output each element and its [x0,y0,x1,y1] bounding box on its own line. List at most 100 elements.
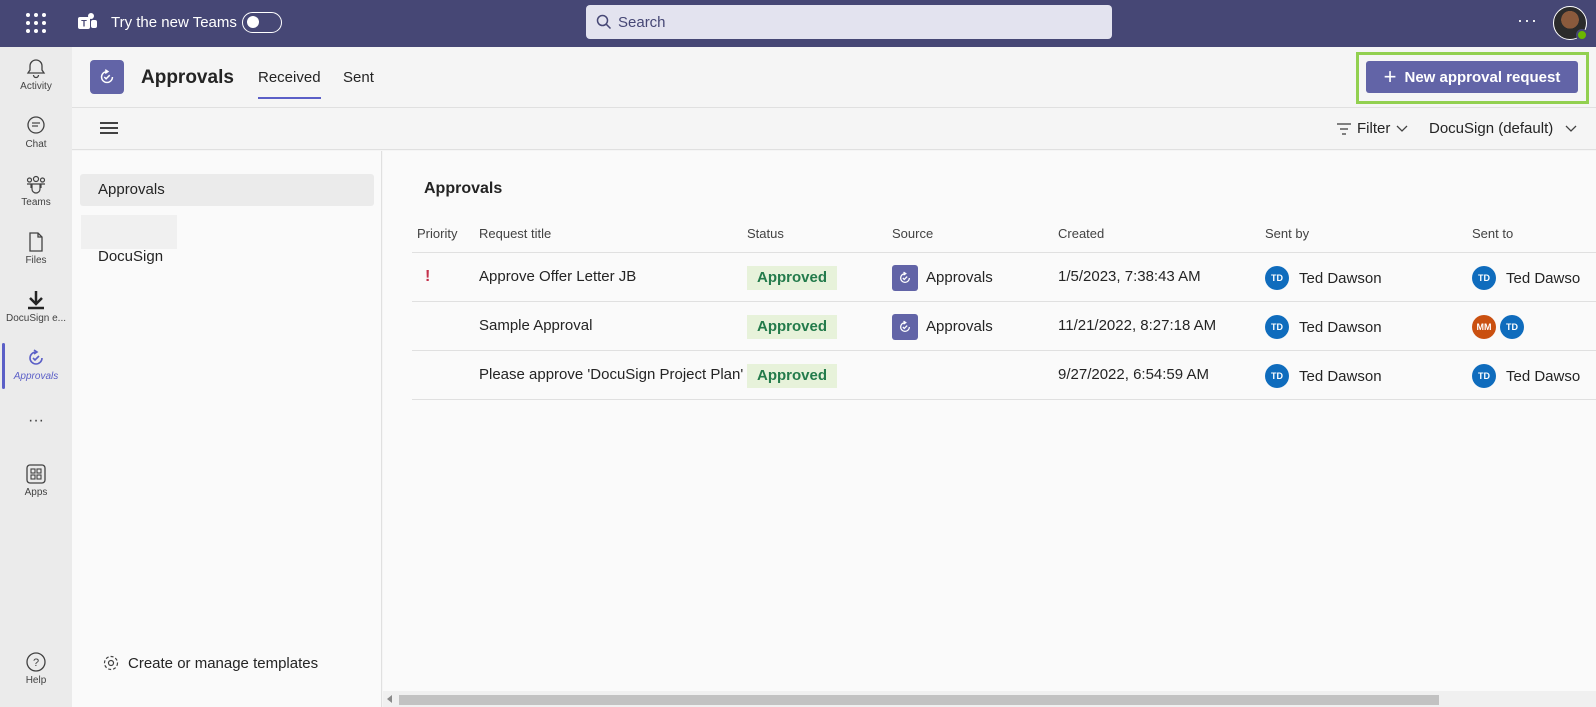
rail-item-chat[interactable]: Chat [0,115,72,150]
apps-icon [26,464,46,484]
request-title: Sample Approval [479,317,593,334]
rail-label: Help [25,675,47,686]
request-title: Please approve 'DocuSign Project Plan' [479,366,744,383]
more-options-icon[interactable]: ··· [1517,10,1538,31]
search-input[interactable]: Search [586,5,1112,39]
sent-to-cell: TD Ted Dawso [1472,266,1580,290]
sent-to-cell: TD Ted Dawso [1472,364,1580,388]
search-icon [596,14,612,30]
table-row[interactable]: ! Approve Offer Letter JB Approved Appro… [412,252,1596,302]
sent-by-cell: TD Ted Dawson [1265,364,1382,388]
rail-item-activity[interactable]: Activity [0,57,72,92]
provider-label: DocuSign (default) [1429,120,1554,137]
scrollbar-thumb[interactable] [399,695,1439,705]
sent-by-name: Ted Dawson [1299,269,1382,287]
column-header-sent-to[interactable]: Sent to [1472,226,1513,241]
tab-received[interactable]: Received [258,69,321,99]
column-header-status[interactable]: Status [747,226,784,241]
created-date: 11/21/2022, 8:27:18 AM [1058,317,1217,334]
rail-label: Approvals [13,371,59,382]
created-date: 9/27/2022, 6:54:59 AM [1058,366,1209,383]
help-icon: ? [26,652,46,672]
rail-label: Activity [20,81,52,92]
source-cell: Approvals [892,314,993,340]
status-badge: Approved [747,364,838,388]
svg-text:?: ? [33,657,39,669]
horizontal-scrollbar[interactable] [383,691,1596,707]
avatar: TD [1472,266,1496,290]
sent-by-cell: TD Ted Dawson [1265,315,1382,339]
new-teams-toggle[interactable] [242,12,282,33]
nav-item-approvals[interactable]: Approvals [80,174,374,206]
svg-text:T: T [81,19,87,29]
source-label: Approvals [926,317,993,335]
user-avatar[interactable] [1553,6,1588,41]
manage-templates-link[interactable]: Create or manage templates [102,654,318,672]
column-header-created[interactable]: Created [1058,226,1104,241]
download-icon [28,291,44,310]
filter-button[interactable]: Filter [1337,120,1414,137]
approvals-nav-pane: Approvals DocuSign Create or manage temp… [72,151,382,707]
filter-icon [1337,122,1351,135]
approvals-list: Approvals Priority Request title Status … [383,151,1596,691]
sent-to-cell: MM TD [1472,315,1534,339]
app-launcher-icon[interactable] [25,12,47,34]
source-cell: Approvals [892,265,993,291]
avatar: TD [1265,266,1289,290]
approvals-app-icon [892,265,918,291]
search-placeholder: Search [618,13,666,31]
column-header-source[interactable]: Source [892,226,933,241]
scroll-left-icon[interactable] [387,695,392,703]
rail-item-files[interactable]: Files [0,231,72,266]
bell-icon [26,59,46,79]
avatar: TD [1500,315,1524,339]
app-header: Approvals Received Sent + New approval r… [72,47,1596,108]
nav-item-docusign[interactable]: DocuSign [80,241,374,273]
plus-icon: + [1383,64,1397,89]
status-badge: Approved [747,266,838,290]
chevron-down-icon [1565,125,1577,132]
rail-item-teams[interactable]: Teams [0,173,72,208]
rail-item-approvals[interactable]: Approvals [0,343,72,389]
top-bar: T Try the new Teams Search ··· [0,0,1596,47]
manage-templates-label: Create or manage templates [128,654,319,672]
approvals-app-icon [90,60,124,94]
column-header-title[interactable]: Request title [479,226,551,241]
list-toolbar: Filter DocuSign (default) [72,108,1596,150]
chevron-down-icon [1396,125,1408,132]
priority-high-icon: ! [425,268,431,285]
page-title: Approvals [141,67,234,88]
status-badge: Approved [747,315,838,339]
column-header-priority[interactable]: Priority [417,226,457,241]
request-title: Approve Offer Letter JB [479,268,637,285]
table-row[interactable]: Sample Approval Approved Approvals 11/21… [412,301,1596,351]
hamburger-menu-icon[interactable] [100,122,118,136]
table-row[interactable]: Please approve 'DocuSign Project Plan' A… [412,350,1596,400]
new-approval-label: New approval request [1404,68,1561,86]
avatar: MM [1472,315,1496,339]
sent-to-name: Ted Dawso [1506,367,1581,385]
filter-label: Filter [1357,120,1391,137]
rail-label: DocuSign e... [5,313,67,324]
source-label: Approvals [926,268,993,286]
provider-dropdown[interactable]: DocuSign (default) [1429,120,1577,137]
avatar: TD [1265,364,1289,388]
try-new-teams-label: Try the new Teams [111,14,237,31]
avatar: TD [1265,315,1289,339]
app-rail: Activity Chat Teams Files DocuSign e... … [0,47,72,707]
presence-available-icon [1576,29,1588,41]
teams-icon [26,175,46,194]
tab-sent[interactable]: Sent [343,69,374,86]
rail-item-apps[interactable]: Apps [0,463,72,498]
teams-logo-icon: T [78,13,97,29]
rail-item-help[interactable]: ? Help [0,651,72,686]
rail-item-docusign[interactable]: DocuSign e... [0,289,72,324]
created-date: 1/5/2023, 7:38:43 AM [1058,268,1201,285]
rail-more-icon[interactable]: ··· [0,412,72,430]
sent-by-cell: TD Ted Dawson [1265,266,1382,290]
column-header-sent-by[interactable]: Sent by [1265,226,1309,241]
file-icon [29,232,43,252]
new-approval-request-button[interactable]: + New approval request [1366,61,1578,93]
list-title: Approvals [424,180,503,197]
new-approval-highlight: + New approval request [1356,52,1589,104]
